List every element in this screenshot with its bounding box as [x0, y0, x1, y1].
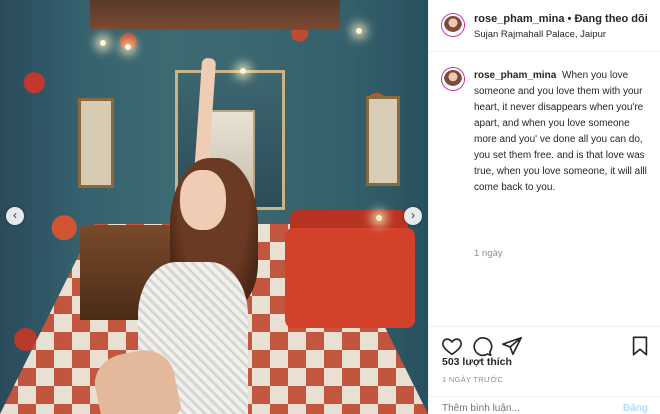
avatar[interactable]	[442, 14, 464, 36]
photo-lamp	[100, 40, 106, 46]
photo-lamp	[376, 215, 382, 221]
photo-lamp	[125, 44, 131, 50]
comment-icon[interactable]	[471, 335, 493, 357]
chevron-right-icon: ›	[411, 208, 415, 222]
carousel-prev-button[interactable]: ‹	[6, 207, 24, 225]
post-photo[interactable]: ‹ ›	[0, 0, 428, 414]
likes-count[interactable]: 503 lượt thích	[442, 356, 512, 368]
follow-status-button[interactable]: Đang theo dõi	[574, 13, 647, 25]
post-comment-button[interactable]: Đăng	[623, 403, 648, 414]
post-side-panel: rose_pham_mina • Đang theo dõi Sujan Raj…	[428, 0, 660, 414]
carousel-next-button[interactable]: ›	[404, 207, 422, 225]
photo-person-face	[180, 170, 226, 230]
comment-input[interactable]	[442, 403, 602, 414]
share-icon[interactable]	[501, 335, 523, 357]
username-link[interactable]: rose_pham_mina	[474, 13, 564, 25]
header-name-line: rose_pham_mina • Đang theo dõi	[474, 13, 648, 25]
caption-avatar[interactable]	[442, 68, 464, 90]
caption-body: When you love someone and you love them …	[474, 70, 647, 193]
location-link[interactable]: Sujan Rajmahall Palace, Jaipur	[474, 29, 606, 40]
caption-text: rose_pham_mina When you love someone and…	[474, 68, 654, 196]
photo-lamp	[240, 68, 246, 74]
post-date: 1 NGÀY TRƯỚC	[442, 375, 504, 384]
photo-lamp	[356, 28, 362, 34]
photo-ceiling	[90, 0, 340, 30]
photo-frame-left	[78, 98, 114, 188]
heart-icon[interactable]	[441, 335, 463, 357]
bookmark-icon[interactable]	[629, 335, 651, 357]
post-header: rose_pham_mina • Đang theo dõi Sujan Raj…	[429, 0, 660, 52]
photo-sofa	[285, 228, 415, 328]
chevron-left-icon: ‹	[13, 208, 17, 222]
caption-username-link[interactable]: rose_pham_mina	[474, 70, 556, 81]
separator: •	[567, 13, 572, 25]
photo-frame-right	[366, 96, 400, 186]
caption-time: 1 ngày	[474, 248, 503, 259]
comment-bar: Đăng	[429, 396, 660, 414]
